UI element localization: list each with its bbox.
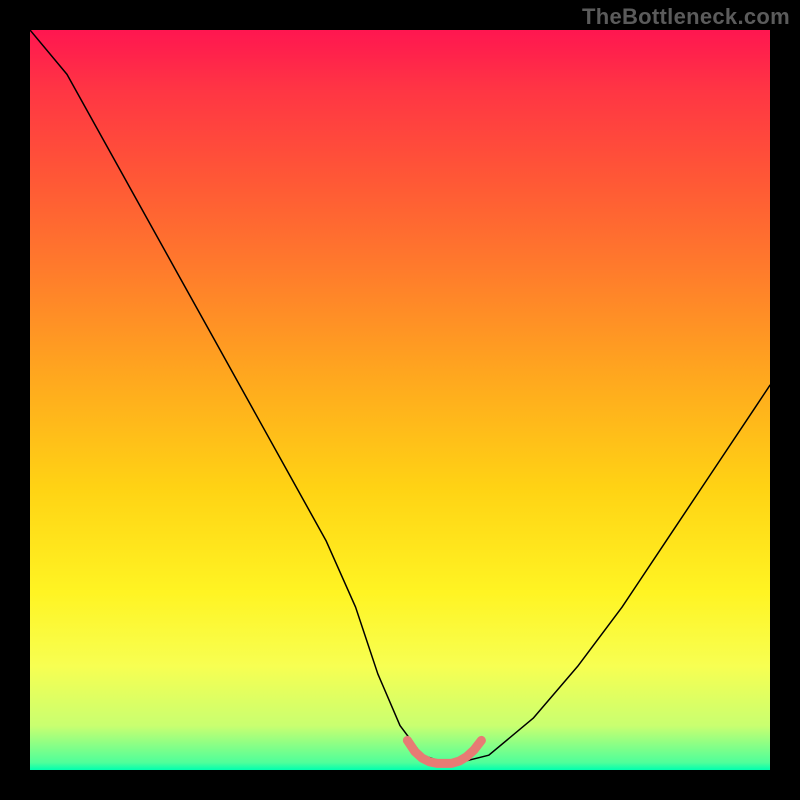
watermark-text: TheBottleneck.com	[582, 4, 790, 30]
bottleneck-curve	[30, 30, 770, 763]
plot-area	[30, 30, 770, 770]
curve-layer	[30, 30, 770, 770]
chart-frame: TheBottleneck.com	[0, 0, 800, 800]
